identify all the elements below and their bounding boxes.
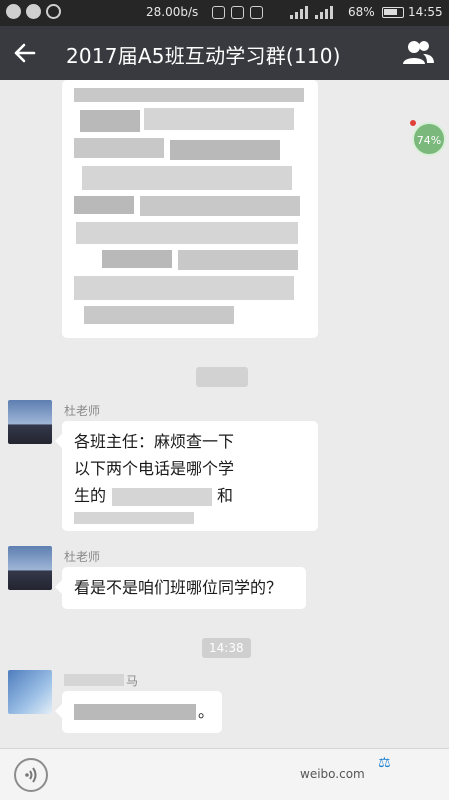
- network-speed: 28.00b/s: [146, 5, 199, 19]
- message-text: 看是不是咱们班哪位同学的？: [74, 578, 283, 597]
- sender-name: 杜老师: [64, 550, 101, 564]
- voice-button[interactable]: [14, 758, 48, 792]
- input-bar: weibo.com ⚖: [0, 748, 449, 800]
- timestamp: 14:38: [202, 638, 251, 658]
- redacted-timestamp: [196, 367, 248, 387]
- photo-icon: [46, 4, 61, 19]
- redacted-phone: [112, 488, 212, 506]
- wechat-icon: [6, 4, 21, 19]
- redacted-image-message[interactable]: [62, 80, 318, 338]
- qq-icon: [26, 4, 41, 19]
- watermark-logo: ⚖: [378, 755, 391, 771]
- notification-dot: [410, 120, 416, 126]
- message-line: 各班主任：麻烦查一下: [74, 432, 235, 451]
- message-line: 以下两个电话是哪个学: [74, 459, 235, 478]
- sender-name: 马: [126, 674, 139, 688]
- watermark: weibo.com: [300, 767, 365, 781]
- sender-name: 杜老师: [64, 404, 101, 418]
- signal-icon: [290, 6, 333, 19]
- message-bubble[interactable]: 各班主任：麻烦查一下 以下两个电话是哪个学 生的 和: [55, 421, 318, 531]
- redacted-sender: [64, 674, 124, 686]
- voice-icon: [25, 767, 37, 783]
- memory-float-button[interactable]: 74%: [412, 122, 446, 156]
- avatar[interactable]: [8, 670, 52, 714]
- notification-icons: [6, 4, 61, 19]
- chat-area[interactable]: 杜老师 各班主任：麻烦查一下 以下两个电话是哪个学 生的 和 杜老师 看是不是咱…: [0, 80, 449, 748]
- back-button[interactable]: [10, 38, 40, 68]
- avatar[interactable]: [8, 546, 52, 590]
- bluetooth-icon: [212, 6, 225, 19]
- system-icons: [212, 6, 263, 19]
- chat-header: 2017届A5班互动学习群(110): [0, 26, 449, 80]
- redacted-text: [74, 704, 196, 720]
- battery-icon: [382, 7, 404, 18]
- message-bubble[interactable]: 看是不是咱们班哪位同学的？: [55, 567, 306, 609]
- redacted-phone: [74, 512, 194, 524]
- alarm-icon: [231, 6, 244, 19]
- message-bubble[interactable]: 。: [55, 691, 222, 733]
- group-people-icon: [403, 41, 434, 64]
- chat-title: 2017届A5班互动学习群(110): [66, 44, 341, 68]
- message-line: 和: [217, 486, 234, 505]
- status-time: 14:55: [408, 5, 443, 19]
- status-bar: 28.00b/s 68% 14:55: [0, 0, 449, 26]
- battery-percent: 68%: [348, 5, 375, 19]
- message-text: 。: [198, 702, 215, 721]
- message-line: 生的: [74, 486, 107, 505]
- group-members-button[interactable]: [401, 38, 435, 68]
- wifi-icon: [250, 6, 263, 19]
- avatar[interactable]: [8, 400, 52, 444]
- arrow-left-icon: [14, 43, 36, 63]
